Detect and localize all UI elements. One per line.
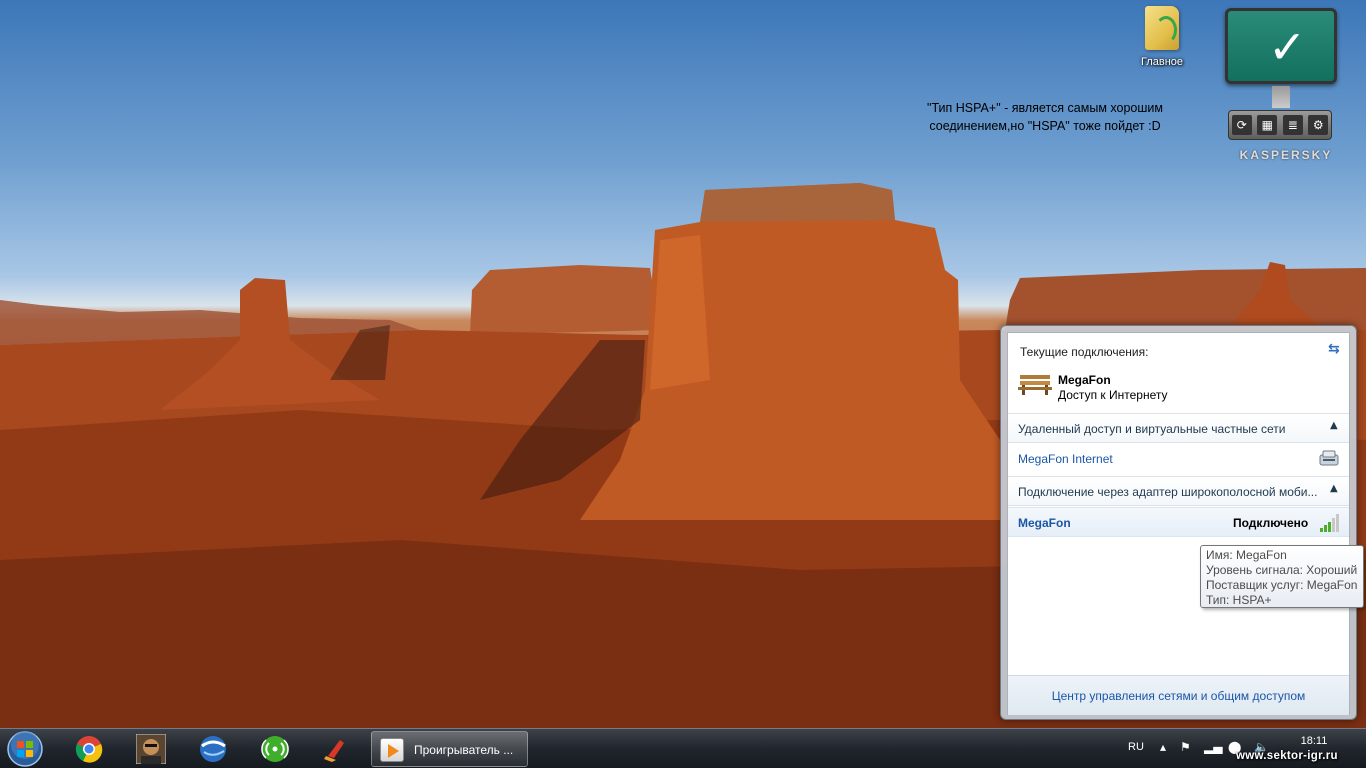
start-button[interactable]: [4, 729, 46, 768]
gadget-stand: [1272, 86, 1290, 108]
taskbar-running-media-player[interactable]: Проигрыватель ...: [371, 731, 528, 767]
chevron-up-icon[interactable]: ▲: [1330, 483, 1338, 494]
calendar-icon[interactable]: ▦: [1257, 115, 1278, 135]
kaspersky-toolbar: ⟳ ▦ ≣ ⚙: [1228, 110, 1332, 140]
refresh-icon[interactable]: ⇆: [1328, 341, 1346, 359]
taskbar-pin-game[interactable]: [123, 731, 179, 767]
clock[interactable]: 18:11: [1290, 735, 1338, 747]
kaspersky-gadget[interactable]: ✓ ⟳ ▦ ≣ ⚙ KASPERSKY: [1222, 6, 1342, 166]
current-connection-name: MegaFon: [1058, 373, 1111, 387]
wireless-modem-icon: [261, 736, 289, 762]
network-signal-icon[interactable]: ▂▄: [1204, 740, 1222, 754]
chevron-up-icon[interactable]: ▲: [1330, 420, 1338, 431]
report-icon[interactable]: ≣: [1282, 115, 1303, 135]
annotation-line-1: "Тип HSPA+" - является самым хорошим: [927, 101, 1163, 115]
desktop-annotation: "Тип HSPA+" - является самым хорошим сое…: [900, 99, 1190, 135]
running-app-label: Проигрыватель ...: [414, 743, 514, 757]
ccleaner-icon: [324, 740, 344, 762]
media-player-icon: [380, 738, 404, 762]
connection-name: MegaFon Internet: [1018, 452, 1113, 466]
kaspersky-logo: KASPERSKY: [1239, 148, 1333, 162]
show-hidden-icons-arrow-icon[interactable]: ▴: [1160, 740, 1166, 754]
connection-item-megafon[interactable]: MegaFon Подключено: [1008, 507, 1349, 537]
signal-bars-icon: [1320, 514, 1339, 532]
desktop-icon-glavnoe[interactable]: Главное: [1132, 6, 1192, 68]
tooltip-line-signal: Уровень сигнала: Хороший: [1206, 563, 1358, 577]
flyout-panel: Текущие подключения: ⇆ MegaFon Доступ к …: [1007, 332, 1350, 715]
section-dialup-vpn-title: Удаленный доступ и виртуальные частные с…: [1018, 422, 1286, 436]
connection-name: MegaFon: [1018, 516, 1071, 530]
taskbar-pin-google-earth[interactable]: [185, 731, 241, 767]
network-sharing-center-link[interactable]: Центр управления сетями и общим доступом: [1052, 689, 1306, 703]
bench-network-icon: [1018, 375, 1052, 395]
action-center-flag-icon[interactable]: ⚑: [1180, 740, 1191, 754]
taskbar-pin-chrome[interactable]: [61, 731, 117, 767]
dialup-modem-icon: [1319, 450, 1339, 466]
site-watermark: www.sektor-igr.ru: [1236, 750, 1338, 762]
google-earth-icon: [200, 736, 226, 762]
taskbar-pin-ccleaner[interactable]: [309, 731, 365, 767]
tooltip-line-type: Тип: HSPA+: [1206, 593, 1272, 607]
update-icon[interactable]: ⟳: [1231, 115, 1252, 135]
connection-tooltip: Имя: MegaFon Уровень сигнала: Хороший По…: [1200, 545, 1364, 608]
connection-status: Подключено: [1233, 516, 1309, 530]
taskbar: Проигрыватель ... RU ▴ ⚑ ▂▄ ⬤ 🔈 18:11: [0, 728, 1366, 768]
desktop-icon-label: Главное: [1140, 56, 1184, 68]
section-mobile-broadband-title: Подключение через адаптер широкополосной…: [1018, 485, 1318, 499]
network-connections-flyout: Текущие подключения: ⇆ MegaFon Доступ к …: [1000, 325, 1357, 720]
settings-icon[interactable]: ⚙: [1308, 115, 1329, 135]
current-connections-heading: Текущие подключения:: [1020, 345, 1149, 359]
language-indicator[interactable]: RU: [1128, 741, 1144, 753]
taskbar-pin-wireless[interactable]: [247, 731, 303, 767]
current-connection: MegaFon Доступ к Интернету: [1018, 367, 1338, 405]
kaspersky-status-screen[interactable]: ✓: [1225, 8, 1337, 84]
clock-time: 18:11: [1300, 735, 1328, 747]
checkmark-icon: ✓: [1268, 20, 1307, 74]
section-mobile-broadband[interactable]: Подключение через адаптер широкополосной…: [1008, 476, 1349, 506]
chrome-icon: [75, 736, 103, 763]
current-connection-status: Доступ к Интернету: [1058, 388, 1168, 402]
game-avatar-icon: [136, 734, 166, 764]
tooltip-line-provider: Поставщик услуг: MegaFon: [1206, 578, 1358, 592]
tooltip-line-name: Имя: MegaFon: [1206, 548, 1287, 562]
flyout-footer: Центр управления сетями и общим доступом: [1008, 675, 1349, 715]
folder-icon: [1145, 6, 1179, 50]
section-dialup-vpn[interactable]: Удаленный доступ и виртуальные частные с…: [1008, 413, 1349, 443]
annotation-line-2: соединением,но "HSPA" тоже пойдет :D: [929, 119, 1161, 133]
connection-item-megafon-internet[interactable]: MegaFon Internet: [1008, 444, 1349, 474]
